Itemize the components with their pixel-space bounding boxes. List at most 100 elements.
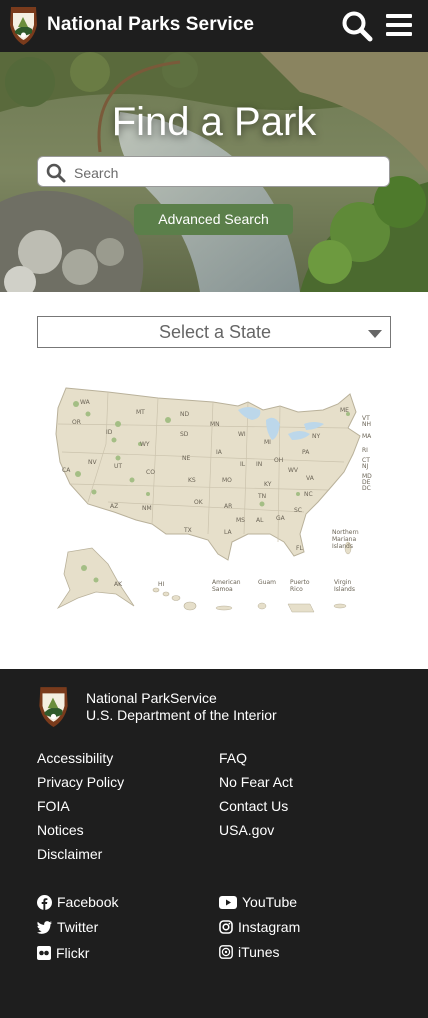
state-label-ak[interactable]: AK: [114, 581, 123, 588]
territory-label-american-samoa[interactable]: American Samoa: [212, 579, 241, 593]
social-label-flickr: Flickr: [56, 945, 90, 961]
state-label-me[interactable]: ME: [340, 407, 349, 414]
state-label-in[interactable]: IN: [256, 461, 262, 468]
state-label-mn[interactable]: MN: [210, 421, 220, 428]
footer-link-privacy-policy[interactable]: Privacy Policy: [37, 774, 124, 790]
state-label-tn[interactable]: TN: [257, 493, 266, 500]
state-label-il[interactable]: IL: [240, 461, 246, 468]
hamburger-menu-icon[interactable]: [386, 12, 412, 38]
state-label-fl[interactable]: FL: [296, 545, 303, 552]
territory-label-virgin-islands[interactable]: Virgin Islands: [334, 579, 355, 593]
flickr-icon: [37, 946, 51, 960]
state-label-ia[interactable]: IA: [216, 449, 223, 456]
social-label-youtube: YouTube: [242, 894, 298, 910]
state-label-ri[interactable]: RI: [362, 447, 368, 454]
hero-banner: Find a Park Advanced Search: [0, 52, 428, 292]
state-label-nm[interactable]: NM: [142, 505, 152, 512]
state-label-wa[interactable]: WA: [80, 399, 91, 406]
itunes-icon: [219, 945, 233, 959]
state-label-mi[interactable]: MI: [264, 439, 271, 446]
state-label-va[interactable]: VA: [306, 475, 315, 482]
footer-link-usa-gov[interactable]: USA.gov: [219, 822, 274, 838]
territory-label-guam[interactable]: Guam: [258, 579, 276, 586]
state-label-wv[interactable]: WV: [288, 467, 299, 474]
state-label-or[interactable]: OR: [72, 419, 81, 426]
state-label-nd[interactable]: ND: [180, 411, 189, 418]
territory-label-puerto-rico[interactable]: Puerto Rico: [290, 579, 310, 593]
contiguous-us-shape[interactable]: [55, 387, 361, 561]
state-label-nc[interactable]: NC: [304, 491, 313, 498]
nps-arrowhead-logo-icon[interactable]: [37, 685, 70, 728]
hero-title: Find a Park: [111, 100, 317, 144]
state-label-ms[interactable]: MS: [236, 517, 245, 524]
state-label-pa[interactable]: PA: [302, 449, 310, 456]
state-label-mt[interactable]: MT: [136, 409, 145, 416]
youtube-icon: [219, 895, 237, 909]
state-label-wi[interactable]: WI: [238, 431, 246, 438]
social-label-itunes: iTunes: [238, 944, 280, 960]
advanced-search-button[interactable]: Advanced Search: [134, 204, 293, 235]
state-label-ks[interactable]: KS: [188, 477, 196, 484]
state-label-la[interactable]: LA: [224, 529, 232, 536]
site-brand-title[interactable]: National Parks Service: [47, 14, 254, 36]
state-label-co[interactable]: CO: [146, 469, 155, 476]
state-select-dropdown[interactable]: Select a State: [37, 316, 391, 348]
chevron-down-icon: [368, 330, 382, 338]
twitter-icon: [37, 920, 52, 934]
state-label-mo[interactable]: MO: [222, 477, 232, 484]
hawaii-shape[interactable]: [152, 587, 197, 611]
instagram-icon: [219, 920, 233, 934]
state-label-wy[interactable]: WY: [140, 441, 150, 448]
footer-link-faq[interactable]: FAQ: [219, 750, 247, 766]
state-label-ne[interactable]: NE: [182, 455, 190, 462]
social-label-facebook: Facebook: [57, 894, 119, 910]
social-link-facebook[interactable]: Facebook: [37, 894, 118, 910]
state-label-sd[interactable]: SD: [180, 431, 189, 438]
social-label-instagram: Instagram: [238, 919, 301, 935]
territory-label-northern-mariana-islands[interactable]: Northern Mariana Islands: [332, 529, 359, 550]
social-label-twitter: Twitter: [57, 919, 99, 935]
state-label-tx[interactable]: TX: [183, 527, 192, 534]
state-label-dc[interactable]: DC: [362, 485, 371, 492]
state-label-ar[interactable]: AR: [224, 503, 232, 510]
search-icon: [46, 163, 66, 183]
social-link-itunes[interactable]: iTunes: [219, 944, 280, 960]
park-search-box[interactable]: [37, 156, 390, 188]
search-input[interactable]: [72, 157, 386, 188]
nps-arrowhead-logo-icon[interactable]: [8, 5, 39, 46]
page-footer: National ParkService U.S. Department of …: [0, 669, 428, 1018]
state-label-ut[interactable]: UT: [114, 463, 122, 470]
state-label-oh[interactable]: OH: [274, 457, 283, 464]
state-label-hi[interactable]: HI: [158, 581, 165, 588]
state-label-az[interactable]: AZ: [110, 503, 118, 510]
social-link-youtube[interactable]: YouTube: [219, 894, 297, 910]
state-label-nh[interactable]: NH: [362, 421, 371, 428]
footer-link-accessibility[interactable]: Accessibility: [37, 750, 113, 766]
state-label-nj[interactable]: NJ: [362, 463, 368, 470]
state-label-sc[interactable]: SC: [294, 507, 302, 514]
footer-link-foia[interactable]: FOIA: [37, 798, 70, 814]
search-icon[interactable]: [341, 10, 373, 42]
footer-link-disclaimer[interactable]: Disclaimer: [37, 846, 102, 862]
footer-link-notices[interactable]: Notices: [37, 822, 84, 838]
state-label-ma[interactable]: MA: [362, 433, 372, 440]
footer-link-no-fear-act[interactable]: No Fear Act: [219, 774, 293, 790]
state-label-ca[interactable]: CA: [62, 467, 71, 474]
top-navigation-bar: National Parks Service: [0, 0, 428, 52]
us-states-map[interactable]: WAMT NDORID SDMNWIMINYMEVTNHMARICTNJMDDEDC…: [48, 384, 380, 624]
state-label-ky[interactable]: KY: [264, 481, 272, 488]
social-link-flickr[interactable]: Flickr: [37, 945, 89, 961]
state-label-ok[interactable]: OK: [194, 499, 204, 506]
footer-org-name: National ParkService: [86, 690, 217, 706]
footer-department: U.S. Department of the Interior: [86, 707, 277, 723]
social-link-instagram[interactable]: Instagram: [219, 919, 300, 935]
state-label-ga[interactable]: GA: [276, 515, 286, 522]
footer-link-contact-us[interactable]: Contact Us: [219, 798, 288, 814]
facebook-icon: [37, 894, 52, 910]
social-link-twitter[interactable]: Twitter: [37, 919, 98, 935]
state-select-label: Select a State: [158, 322, 272, 342]
state-label-al[interactable]: AL: [256, 517, 264, 524]
state-label-ny[interactable]: NY: [312, 433, 320, 440]
state-label-id[interactable]: ID: [106, 429, 113, 436]
state-label-nv[interactable]: NV: [88, 459, 97, 466]
